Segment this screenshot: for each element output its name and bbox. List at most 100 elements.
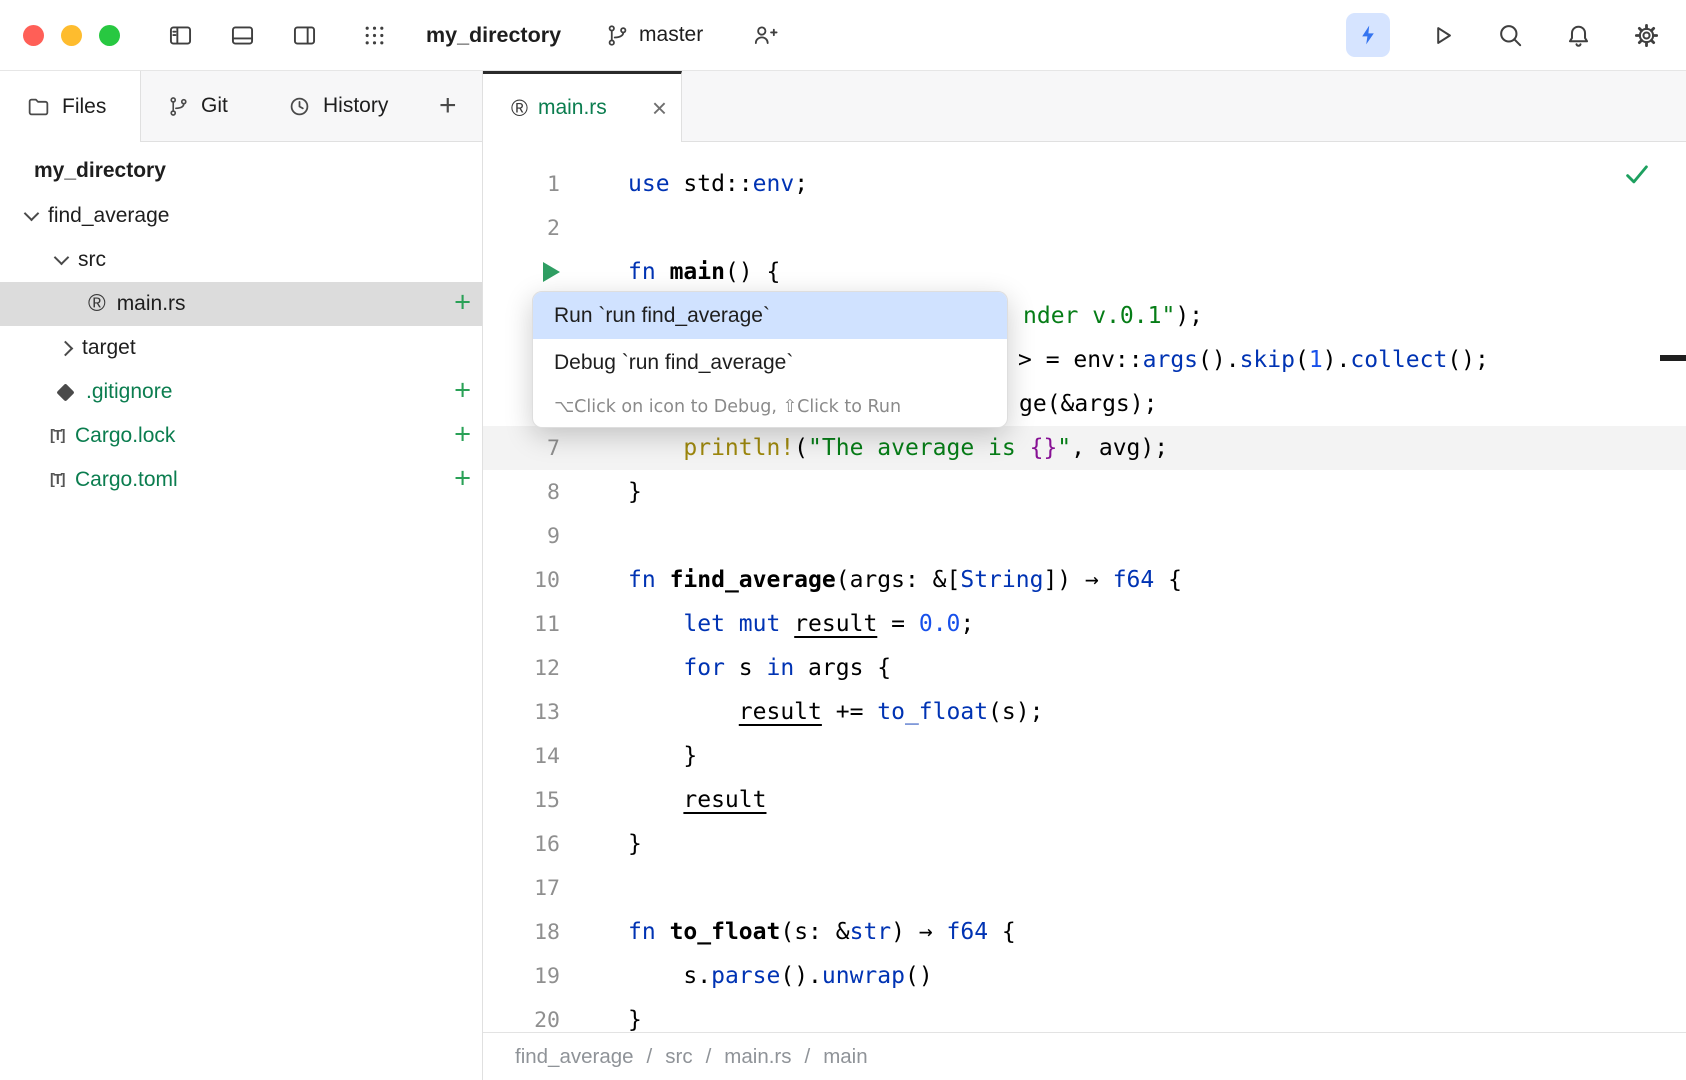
toggle-bottom-panel-icon[interactable]: [226, 19, 258, 51]
tab-git[interactable]: Git: [141, 71, 267, 141]
editor-pane: main.rs × 1use std::env;2fn main() {4nde…: [483, 71, 1686, 1080]
line-number: 13: [483, 700, 560, 725]
editor-tab-main-rs[interactable]: main.rs ×: [483, 71, 682, 142]
git-branch-icon: [605, 23, 630, 48]
lightning-icon: [1356, 23, 1380, 47]
close-button[interactable]: [23, 25, 44, 46]
breadcrumb-item[interactable]: find_average: [515, 1045, 634, 1069]
add-collaborator-icon[interactable]: [749, 19, 781, 51]
add-to-vcs-button[interactable]: +: [454, 376, 471, 405]
topbar-right-actions: [1346, 13, 1662, 57]
line-number: 12: [483, 656, 560, 681]
code-line-9[interactable]: 9: [483, 514, 1686, 558]
code-line-3[interactable]: fn main() {: [483, 250, 1686, 294]
notifications-bell-icon[interactable]: [1562, 19, 1594, 51]
line-number: 9: [483, 524, 560, 549]
breadcrumb-item[interactable]: main: [823, 1045, 867, 1069]
tree-item-label: target: [82, 336, 136, 360]
toml-file-icon: [50, 428, 64, 444]
traffic-lights: [0, 25, 120, 46]
file-tree-items: find_averagesrc main.rs + target .gitignore +…: [0, 194, 482, 502]
tab-history[interactable]: History: [267, 71, 425, 141]
git-branch-icon: [167, 95, 190, 118]
code-text: s.parse().unwrap(): [560, 963, 933, 989]
code-text: }: [560, 1007, 642, 1032]
tree-item-target[interactable]: target: [0, 326, 482, 370]
line-number: 8: [483, 480, 560, 505]
breadcrumb-item[interactable]: src: [665, 1045, 692, 1069]
editor-tab-label: main.rs: [538, 96, 607, 120]
git-branch-selector[interactable]: master: [605, 23, 703, 48]
code-editor[interactable]: 1use std::env;2fn main() {4nder v.0.1");…: [483, 142, 1686, 1032]
popup-debug-item[interactable]: Debug `run find_average`: [533, 339, 1007, 386]
project-name[interactable]: my_directory: [426, 23, 561, 48]
tab-files-label: Files: [62, 95, 106, 119]
breadcrumb-item[interactable]: main.rs: [724, 1045, 791, 1069]
run-button[interactable]: [1426, 19, 1458, 51]
search-icon[interactable]: [1494, 19, 1526, 51]
tree-item-.gitignore[interactable]: .gitignore +: [0, 370, 482, 414]
add-to-vcs-button[interactable]: +: [454, 288, 471, 317]
inspections-ok-checkmark-icon[interactable]: [1622, 160, 1652, 190]
tree-item-Cargo.lock[interactable]: Cargo.lock+: [0, 414, 482, 458]
tree-item-label: src: [78, 248, 106, 272]
grid-icon[interactable]: [358, 19, 390, 51]
smart-mode-button[interactable]: [1346, 13, 1390, 57]
settings-gear-icon[interactable]: [1630, 19, 1662, 51]
code-line-14[interactable]: 14 }: [483, 734, 1686, 778]
code-line-16[interactable]: 16}: [483, 822, 1686, 866]
zoom-button[interactable]: [99, 25, 120, 46]
code-line-1[interactable]: 1use std::env;: [483, 162, 1686, 206]
tree-item-label: .gitignore: [86, 380, 172, 404]
chevron-right-icon[interactable]: [58, 340, 74, 356]
popup-hint: ⌥Click on icon to Debug, ⇧Click to Run: [533, 386, 1007, 427]
code-line-11[interactable]: 11 let mut result = 0.0;: [483, 602, 1686, 646]
code-line-12[interactable]: 12 for s in args {: [483, 646, 1686, 690]
code-line-10[interactable]: 10fn find_average(args: &[String]) → f64…: [483, 558, 1686, 602]
editor-tab-strip: main.rs ×: [483, 71, 1686, 142]
sidebar-tab-strip: Files Git History +: [0, 71, 482, 142]
code-text: println!("The average is {}", avg);: [560, 435, 1168, 461]
line-number: 15: [483, 788, 560, 813]
close-tab-icon[interactable]: ×: [652, 95, 667, 121]
code-text: }: [560, 743, 697, 769]
add-to-vcs-button[interactable]: +: [454, 464, 471, 493]
minimize-button[interactable]: [61, 25, 82, 46]
code-line-2[interactable]: 2: [483, 206, 1686, 250]
code-line-20[interactable]: 20}: [483, 998, 1686, 1032]
git-file-icon: [56, 383, 74, 401]
add-tool-tab-button[interactable]: +: [439, 89, 457, 123]
toggle-right-panel-icon[interactable]: [288, 19, 320, 51]
run-context-popup: Run `run find_average` Debug `run find_a…: [532, 291, 1008, 428]
code-text: use std::env;: [560, 171, 808, 197]
tree-item-main.rs[interactable]: main.rs +: [0, 282, 482, 326]
add-to-vcs-button[interactable]: +: [454, 420, 471, 449]
tree-item-label: main.rs: [117, 292, 186, 316]
tab-files[interactable]: Files: [0, 71, 141, 142]
tree-item-find_average[interactable]: find_average: [0, 194, 482, 238]
run-gutter-icon[interactable]: [483, 260, 560, 285]
tree-item-label: find_average: [48, 204, 169, 228]
line-number: 16: [483, 832, 560, 857]
code-line-8[interactable]: 8}: [483, 470, 1686, 514]
code-line-13[interactable]: 13 result += to_float(s);: [483, 690, 1686, 734]
clock-icon: [287, 94, 312, 119]
branch-name: master: [639, 23, 703, 47]
line-number: 11: [483, 612, 560, 637]
code-line-7[interactable]: 7 println!("The average is {}", avg);: [483, 426, 1686, 470]
chevron-down-icon[interactable]: [24, 206, 40, 222]
tree-root-label[interactable]: my_directory: [0, 148, 482, 194]
tree-item-src[interactable]: src: [0, 238, 482, 282]
code-line-19[interactable]: 19 s.parse().unwrap(): [483, 954, 1686, 998]
code-lines: 1use std::env;2fn main() {4nder v.0.1");…: [483, 142, 1686, 1032]
code-line-15[interactable]: 15 result: [483, 778, 1686, 822]
toggle-left-panel-icon[interactable]: [164, 19, 196, 51]
tree-item-Cargo.toml[interactable]: Cargo.toml +: [0, 458, 482, 502]
chevron-down-icon[interactable]: [54, 250, 70, 266]
scrollbar-mark[interactable]: [1660, 355, 1686, 361]
code-line-18[interactable]: 18fn to_float(s: &str) → f64 {: [483, 910, 1686, 954]
tree-item-label: Cargo.toml: [75, 468, 178, 492]
code-text: fn to_float(s: &str) → f64 {: [560, 919, 1016, 945]
code-line-17[interactable]: 17: [483, 866, 1686, 910]
popup-run-item[interactable]: Run `run find_average`: [533, 292, 1007, 339]
